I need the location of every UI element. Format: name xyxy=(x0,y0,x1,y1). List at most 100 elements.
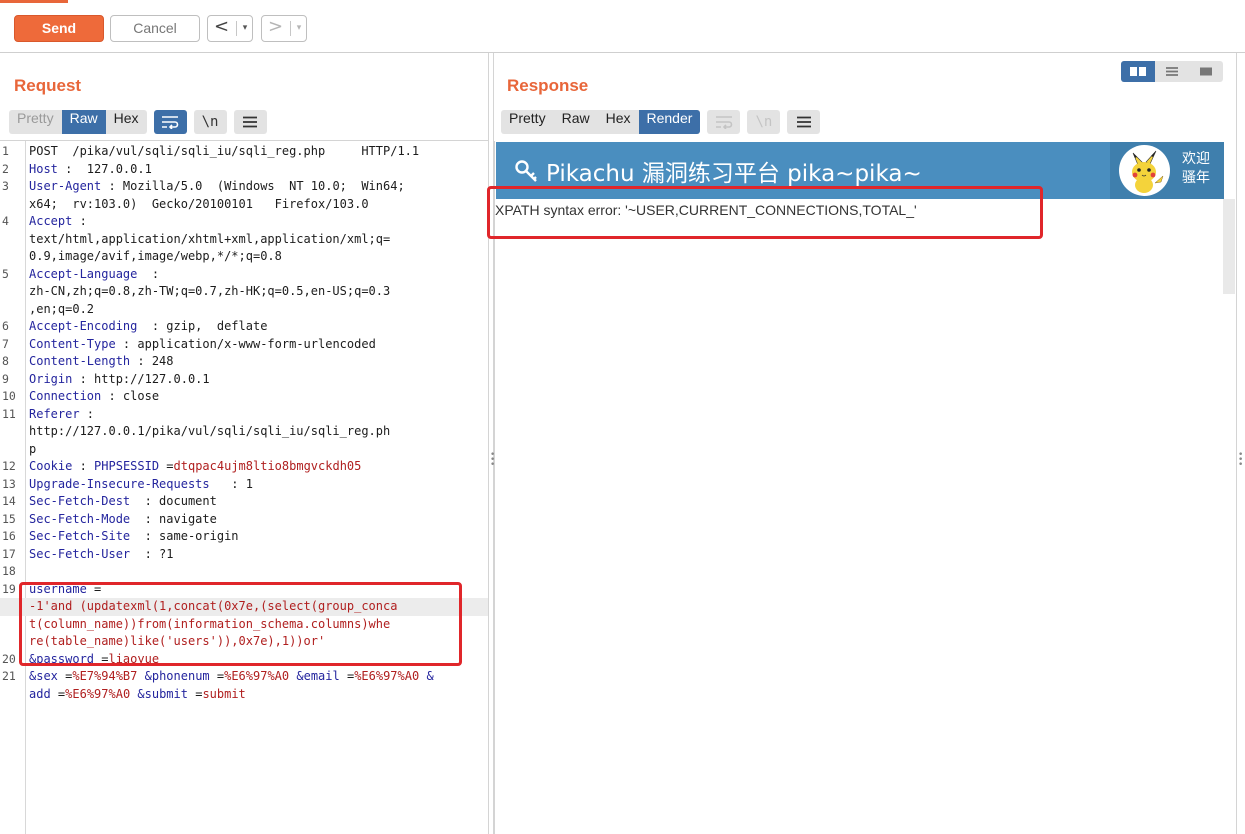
newline-icon[interactable]: \n xyxy=(747,110,781,134)
code-line[interactable]: 15 Sec-Fetch-Mode : navigate xyxy=(0,511,488,529)
code-line[interactable]: 1 POST /pika/vul/sqli/sqli_iu/sqli_reg.ph… xyxy=(0,143,488,161)
newline-icon[interactable]: \n xyxy=(193,110,227,134)
menu-icon[interactable] xyxy=(787,110,821,134)
tab-raw[interactable]: Raw xyxy=(61,110,106,134)
cancel-button[interactable]: Cancel xyxy=(110,15,200,42)
tab-render[interactable]: Render xyxy=(638,110,701,134)
forward-dropdown-icon[interactable]: ▾ xyxy=(293,16,305,41)
tab-pretty[interactable]: Pretty xyxy=(501,110,554,134)
line-text[interactable]: Sec-Fetch-Site : same-origin xyxy=(29,528,239,546)
line-text[interactable]: text/html,application/xhtml+xml,applicat… xyxy=(29,231,390,249)
line-text[interactable]: Host : 127.0.0.1 xyxy=(29,161,152,179)
line-text[interactable]: x64; rv:103.0) Gecko/20100101 Firefox/10… xyxy=(29,196,369,214)
word-wrap-icon[interactable] xyxy=(707,110,741,134)
tab-hex[interactable]: Hex xyxy=(598,110,639,134)
word-wrap-icon[interactable] xyxy=(153,110,187,134)
line-text[interactable]: User-Agent : Mozilla/5.0 (Windows NT 10.… xyxy=(29,178,405,196)
line-text[interactable]: &sex =%E7%94%B7 &phonenum =%E6%97%A0 &em… xyxy=(29,668,434,686)
code-line[interactable]: 14 Sec-Fetch-Dest : document xyxy=(0,493,488,511)
code-line[interactable]: zh-CN,zh;q=0.8,zh-TW;q=0.7,zh-HK;q=0.5,e… xyxy=(0,283,488,301)
header-name: add xyxy=(29,686,51,701)
line-text[interactable]: add =%E6%97%A0 &submit =submit xyxy=(29,686,246,704)
right-panel-edge: • • • xyxy=(1236,53,1245,834)
side-by-side-layout-icon[interactable] xyxy=(1121,61,1155,82)
back-dropdown-icon[interactable]: ▾ xyxy=(239,16,251,41)
line-text[interactable]: Accept-Encoding : gzip, deflate xyxy=(29,318,267,336)
code-line[interactable]: 4 Accept : xyxy=(0,213,488,231)
line-text[interactable]: Sec-Fetch-User : ?1 xyxy=(29,546,174,564)
plain-text: : gzip, deflate xyxy=(137,319,268,333)
header-name: Cookie xyxy=(29,459,73,473)
line-text[interactable]: ,en;q=0.2 xyxy=(29,301,94,319)
line-text[interactable]: Connection : close xyxy=(29,388,159,406)
code-line[interactable]: 18 xyxy=(0,563,488,581)
code-line[interactable]: 16 Sec-Fetch-Site : same-origin xyxy=(0,528,488,546)
history-back-group[interactable]: < ▾ xyxy=(207,15,253,42)
param-value: %E6%97%A0 xyxy=(354,669,420,683)
line-text[interactable]: Content-Length : 248 xyxy=(29,353,174,371)
code-line[interactable]: 3 User-Agent : Mozilla/5.0 (Windows NT 10… xyxy=(0,178,488,196)
history-forward-group[interactable]: > ▾ xyxy=(261,15,307,42)
code-line[interactable]: 7 Content-Type : application/x-www-form-u… xyxy=(0,336,488,354)
code-line[interactable]: 11 Referer : xyxy=(0,406,488,424)
header-name: Sec-Fetch-Mode xyxy=(29,511,131,526)
menu-icon[interactable] xyxy=(233,110,267,134)
line-text[interactable]: Sec-Fetch-Mode : navigate xyxy=(29,511,217,529)
tab-hex[interactable]: Hex xyxy=(106,110,147,134)
code-line[interactable]: 17 Sec-Fetch-User : ?1 xyxy=(0,546,488,564)
line-text[interactable]: 0.9,image/avif,image/webp,*/*;q=0.8 xyxy=(29,248,282,266)
code-line[interactable]: 10 Connection : close xyxy=(0,388,488,406)
line-text[interactable]: Cookie : PHPSESSID =dtqpac4ujm8ltio8bmgv… xyxy=(29,458,361,476)
header-name: User-Agent xyxy=(29,179,102,193)
plain-text: : 127.0.0.1 xyxy=(57,161,152,176)
param-value: dtqpac4ujm8ltio8bmgvckdh05 xyxy=(173,459,362,473)
request-editor[interactable]: 1 POST /pika/vul/sqli/sqli_iu/sqli_reg.ph… xyxy=(0,140,488,834)
line-number: 13 xyxy=(2,476,16,491)
line-text[interactable]: Referer : xyxy=(29,406,94,424)
code-line[interactable]: 0.9,image/avif,image/webp,*/*;q=0.8 xyxy=(0,248,488,266)
code-line[interactable]: 6 Accept-Encoding : gzip, deflate xyxy=(0,318,488,336)
welcome-line-1: 欢迎 xyxy=(1182,151,1210,167)
splitter-grip-icon[interactable]: • • • xyxy=(490,451,495,470)
send-button[interactable]: Send xyxy=(14,15,104,42)
render-scrollbar[interactable] xyxy=(1223,199,1235,294)
plain-text: : application/x-www-form-urlencoded xyxy=(115,336,376,351)
code-line[interactable]: 12 Cookie : PHPSESSID =dtqpac4ujm8ltio8bm… xyxy=(0,458,488,476)
welcome-text: 欢迎 骚年 xyxy=(1182,150,1210,188)
code-line[interactable]: x64; rv:103.0) Gecko/20100101 Firefox/10… xyxy=(0,196,488,214)
line-text[interactable]: Upgrade-Insecure-Requests : 1 xyxy=(29,476,253,494)
header-name: Accept-Encoding xyxy=(29,319,138,333)
code-line[interactable]: 13 Upgrade-Insecure-Requests : 1 xyxy=(0,476,488,494)
line-text[interactable]: zh-CN,zh;q=0.8,zh-TW;q=0.7,zh-HK;q=0.5,e… xyxy=(29,283,390,301)
line-text[interactable]: Content-Type : application/x-www-form-ur… xyxy=(29,336,376,354)
tab-pretty[interactable]: Pretty xyxy=(9,110,62,134)
plain-text: : xyxy=(72,459,95,473)
code-line[interactable]: 2 Host : 127.0.0.1 xyxy=(0,161,488,179)
line-text[interactable]: Accept : xyxy=(29,213,87,231)
splitter-grip-icon[interactable]: • • • xyxy=(1238,451,1243,470)
code-line[interactable]: 9 Origin : http://127.0.0.1 xyxy=(0,371,488,389)
divider xyxy=(236,21,237,36)
back-arrow-icon[interactable]: < xyxy=(208,16,235,41)
line-number: 9 xyxy=(2,371,9,386)
line-text[interactable]: POST /pika/vul/sqli/sqli_iu/sqli_reg.php… xyxy=(29,143,419,161)
code-line[interactable]: add =%E6%97%A0 &submit =submit xyxy=(0,686,488,704)
plain-text: : xyxy=(79,406,95,421)
code-line[interactable]: 8 Content-Length : 248 xyxy=(0,353,488,371)
code-line[interactable]: ,en;q=0.2 xyxy=(0,301,488,319)
code-line[interactable]: text/html,application/xhtml+xml,applicat… xyxy=(0,231,488,249)
code-line[interactable]: 5 Accept-Language : xyxy=(0,266,488,284)
line-text[interactable]: Origin : http://127.0.0.1 xyxy=(29,371,210,389)
request-view-tabs: Pretty Raw Hex \n xyxy=(9,110,267,134)
code-line[interactable]: 21 &sex =%E7%94%B7 &phonenum =%E6%97%A0 &… xyxy=(0,668,488,686)
forward-arrow-icon[interactable]: > xyxy=(262,16,289,41)
line-text[interactable]: Sec-Fetch-Dest : document xyxy=(29,493,217,511)
line-text[interactable]: http://127.0.0.1/pika/vul/sqli/sqli_iu/s… xyxy=(29,423,390,441)
code-line[interactable]: http://127.0.0.1/pika/vul/sqli/sqli_iu/s… xyxy=(0,423,488,441)
line-text[interactable]: p xyxy=(29,441,36,459)
tab-raw[interactable]: Raw xyxy=(554,110,598,134)
code-line[interactable]: p xyxy=(0,441,488,459)
line-text[interactable]: Accept-Language : xyxy=(29,266,159,284)
single-pane-layout-icon[interactable] xyxy=(1189,61,1223,82)
stacked-layout-icon[interactable] xyxy=(1155,61,1189,82)
